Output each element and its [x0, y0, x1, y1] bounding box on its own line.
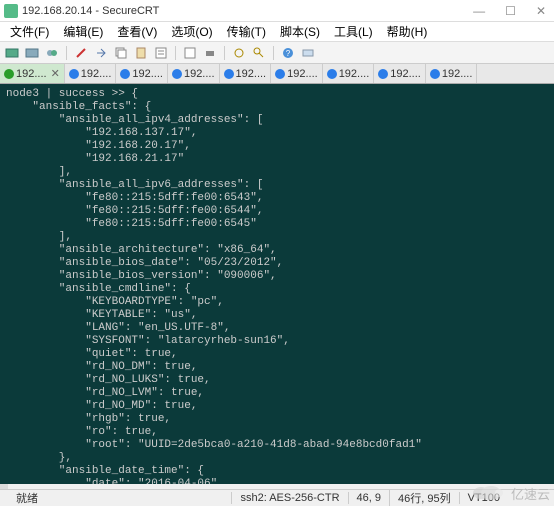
status-dot-icon — [4, 69, 14, 79]
connect-icon[interactable] — [4, 45, 20, 61]
menu-file[interactable]: 文件(F) — [4, 23, 55, 40]
svg-text:?: ? — [286, 49, 291, 58]
tab-label: 192.... — [339, 68, 370, 80]
tab-session[interactable]: 192.... — [374, 64, 426, 84]
status-dot-icon — [378, 69, 388, 79]
menu-script[interactable]: 脚本(S) — [274, 23, 326, 40]
watermark-text: 亿速云 — [511, 484, 550, 503]
tab-label: 192.... — [390, 68, 421, 80]
properties-icon[interactable] — [153, 45, 169, 61]
status-dot-icon — [327, 69, 337, 79]
tab-label: 192.... — [442, 68, 473, 80]
tab-bar: 192.... ✕ 192.... 192.... 192.... 192...… — [0, 64, 554, 84]
tab-close-icon[interactable]: ✕ — [51, 67, 60, 80]
tab-session[interactable]: 192.... — [220, 64, 272, 84]
tab-session[interactable]: 192.... — [271, 64, 323, 84]
tab-session[interactable]: 192.... — [65, 64, 117, 84]
tab-label: 192.... — [287, 68, 318, 80]
tab-session-active[interactable]: 192.... ✕ — [0, 64, 65, 84]
toolbar: ? — [0, 42, 554, 64]
separator — [175, 46, 176, 60]
enter-icon[interactable] — [93, 45, 109, 61]
tab-label: 192.... — [184, 68, 215, 80]
app-icon — [4, 4, 18, 18]
close-button[interactable]: ✕ — [532, 4, 550, 18]
find-icon[interactable] — [182, 45, 198, 61]
menu-transfer[interactable]: 传输(T) — [221, 23, 272, 40]
menu-options[interactable]: 选项(O) — [165, 23, 218, 40]
help-icon[interactable]: ? — [280, 45, 296, 61]
status-cursor-pos: 46, 9 — [348, 492, 389, 504]
menu-help[interactable]: 帮助(H) — [381, 23, 434, 40]
tab-session[interactable]: 192.... — [426, 64, 478, 84]
status-rowcol: 46行, 95列 — [389, 490, 459, 506]
quick-connect-icon[interactable] — [24, 45, 40, 61]
maximize-button[interactable]: ☐ — [501, 4, 520, 18]
tab-label: 192.... — [236, 68, 267, 80]
watermark: 亿速云 — [469, 483, 550, 503]
window-title: 192.168.20.14 - SecureCRT — [22, 5, 469, 17]
status-dot-icon — [275, 69, 285, 79]
reconnect-icon[interactable] — [44, 45, 60, 61]
status-dot-icon — [224, 69, 234, 79]
tab-label: 192.... — [132, 68, 163, 80]
status-cipher: ssh2: AES-256-CTR — [231, 492, 347, 504]
paste-icon[interactable] — [133, 45, 149, 61]
status-dot-icon — [120, 69, 130, 79]
xfer-icon[interactable] — [300, 45, 316, 61]
tab-session[interactable]: 192.... — [168, 64, 220, 84]
action-icon[interactable] — [73, 45, 89, 61]
print-icon[interactable] — [202, 45, 218, 61]
minimize-button[interactable]: — — [469, 4, 489, 18]
menu-bar: 文件(F) 编辑(E) 查看(V) 选项(O) 传输(T) 脚本(S) 工具(L… — [0, 22, 554, 42]
settings-icon[interactable] — [231, 45, 247, 61]
status-ready: 就绪 — [6, 490, 46, 506]
status-dot-icon — [172, 69, 182, 79]
terminal-output[interactable]: node3 | success >> { "ansible_facts": { … — [0, 84, 554, 484]
menu-view[interactable]: 查看(V) — [111, 23, 163, 40]
menu-edit[interactable]: 编辑(E) — [57, 23, 109, 40]
window-titlebar: 192.168.20.14 - SecureCRT — ☐ ✕ — [0, 0, 554, 22]
copy-icon[interactable] — [113, 45, 129, 61]
separator — [273, 46, 274, 60]
tab-session[interactable]: 192.... — [323, 64, 375, 84]
menu-tools[interactable]: 工具(L) — [328, 23, 379, 40]
separator — [224, 46, 225, 60]
tab-label: 192.... — [16, 68, 47, 80]
status-dot-icon — [69, 69, 79, 79]
key-icon[interactable] — [251, 45, 267, 61]
tab-session[interactable]: 192.... — [116, 64, 168, 84]
tab-label: 192.... — [81, 68, 112, 80]
status-dot-icon — [430, 69, 440, 79]
separator — [66, 46, 67, 60]
